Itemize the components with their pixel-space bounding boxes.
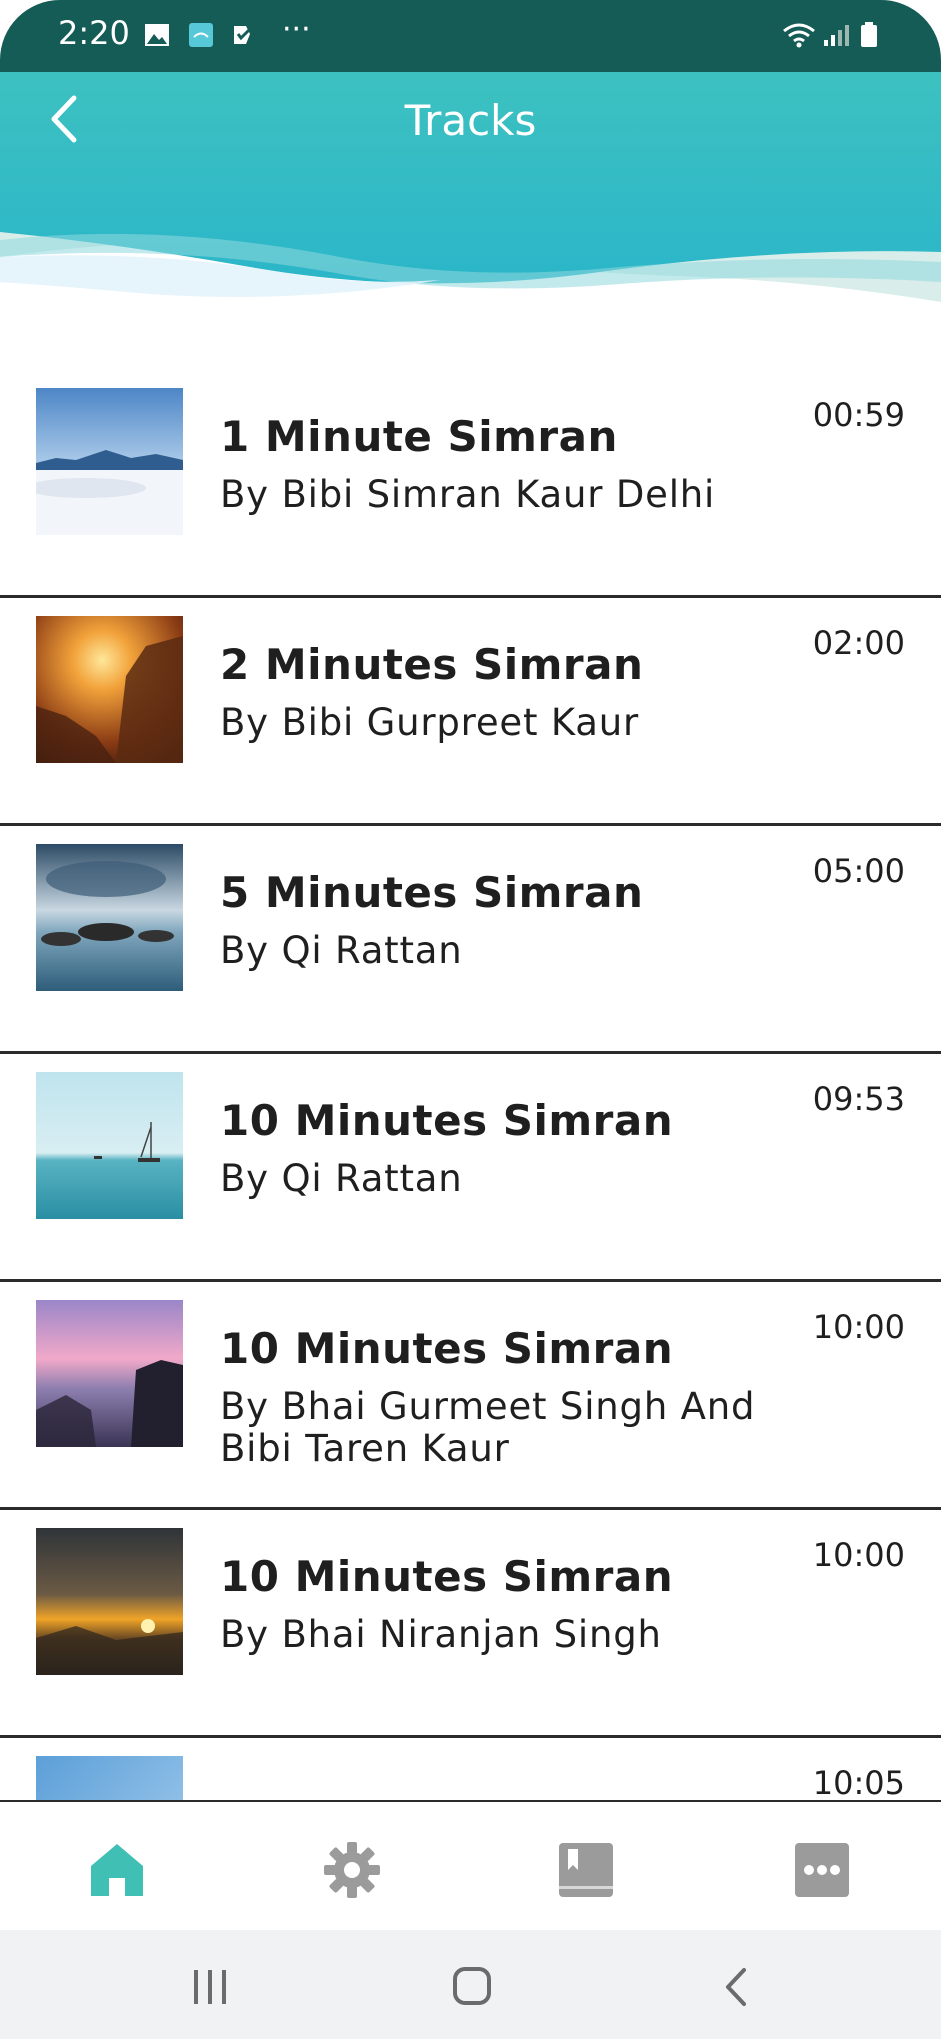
track-duration: 10:00 <box>812 1308 905 1346</box>
header: Tracks <box>0 72 941 322</box>
track-duration: 00:59 <box>812 396 905 434</box>
battery-icon <box>861 22 877 47</box>
wifi-icon <box>783 23 815 48</box>
track-thumbnail-sunset-canyon <box>36 616 183 763</box>
gallery-icon <box>145 24 169 46</box>
page-title: Tracks <box>404 96 537 145</box>
more-icon[interactable] <box>792 1840 852 1900</box>
track-author: By Qi Rattan <box>220 929 463 972</box>
track-title: 10 Minutes Simran <box>220 1324 674 1373</box>
system-back-icon[interactable] <box>712 1962 762 2012</box>
track-thumbnail-seaside-rocks <box>36 844 183 991</box>
home-button-icon[interactable] <box>448 1962 498 2012</box>
bookmark-book-icon[interactable] <box>556 1840 616 1900</box>
track-title: 10 Minutes Simran <box>220 1552 674 1601</box>
status-time: 2:20 <box>58 14 130 52</box>
track-duration: 02:00 <box>812 624 905 662</box>
track-row[interactable]: 2 Minutes Simran By Bibi Gurpreet Kaur 0… <box>0 598 941 826</box>
track-row[interactable]: 1 Minute Simran By Bibi Simran Kaur Delh… <box>0 370 941 598</box>
recent-apps-icon[interactable] <box>185 1962 235 2012</box>
track-row[interactable]: 5 Minutes Simran By Qi Rattan 05:00 <box>0 826 941 1054</box>
track-title: 2 Minutes Simran <box>220 640 644 689</box>
track-title: 1 Minute Simran <box>220 412 618 461</box>
system-navigation-bar <box>0 1930 941 2039</box>
signal-icon <box>824 25 849 46</box>
track-thumbnail-pink-sunset-coast <box>36 1300 183 1447</box>
track-author: By Bibi Simran Kaur Delhi <box>220 473 716 516</box>
track-row[interactable]: 10 Minutes Simran By Bhai Niranjan Singh… <box>0 1510 941 1738</box>
track-author: By Bibi Gurpreet Kaur <box>220 701 639 744</box>
track-author: By Qi Rattan <box>220 1157 463 1200</box>
track-author: By Bhai Niranjan Singh <box>220 1613 662 1656</box>
track-thumbnail-blue-sky <box>36 1756 183 1800</box>
home-icon[interactable] <box>87 1840 147 1900</box>
status-bar: 2:20 ··· <box>0 0 941 72</box>
track-thumbnail-mountains-clouds <box>36 388 183 535</box>
track-list[interactable]: 1 Minute Simran By Bibi Simran Kaur Delh… <box>0 370 941 1800</box>
track-duration: 09:53 <box>812 1080 905 1118</box>
app-notification-icon <box>189 23 213 47</box>
more-notifications-icon: ··· <box>282 12 311 47</box>
track-duration: 10:00 <box>812 1536 905 1574</box>
track-thumbnail-dramatic-sunset <box>36 1528 183 1675</box>
track-duration: 10:05 <box>812 1764 905 1800</box>
gear-icon[interactable] <box>322 1840 382 1900</box>
track-thumbnail-calm-sea-boats <box>36 1072 183 1219</box>
track-title: 10 Minutes Simran <box>220 1096 674 1145</box>
track-row[interactable]: 10 Minutes Simran By Bhai Gurmeet Singh … <box>0 1282 941 1510</box>
track-row[interactable]: 10 Minutes Simran By Qi Rattan 09:53 <box>0 1054 941 1282</box>
track-title: 5 Minutes Simran <box>220 868 644 917</box>
bottom-navigation <box>0 1800 941 1932</box>
track-row[interactable]: 10:05 <box>0 1738 941 1800</box>
task-icon <box>234 25 254 44</box>
track-duration: 05:00 <box>812 852 905 890</box>
track-author: By Bhai Gurmeet Singh And Bibi Taren Kau… <box>220 1385 756 1470</box>
